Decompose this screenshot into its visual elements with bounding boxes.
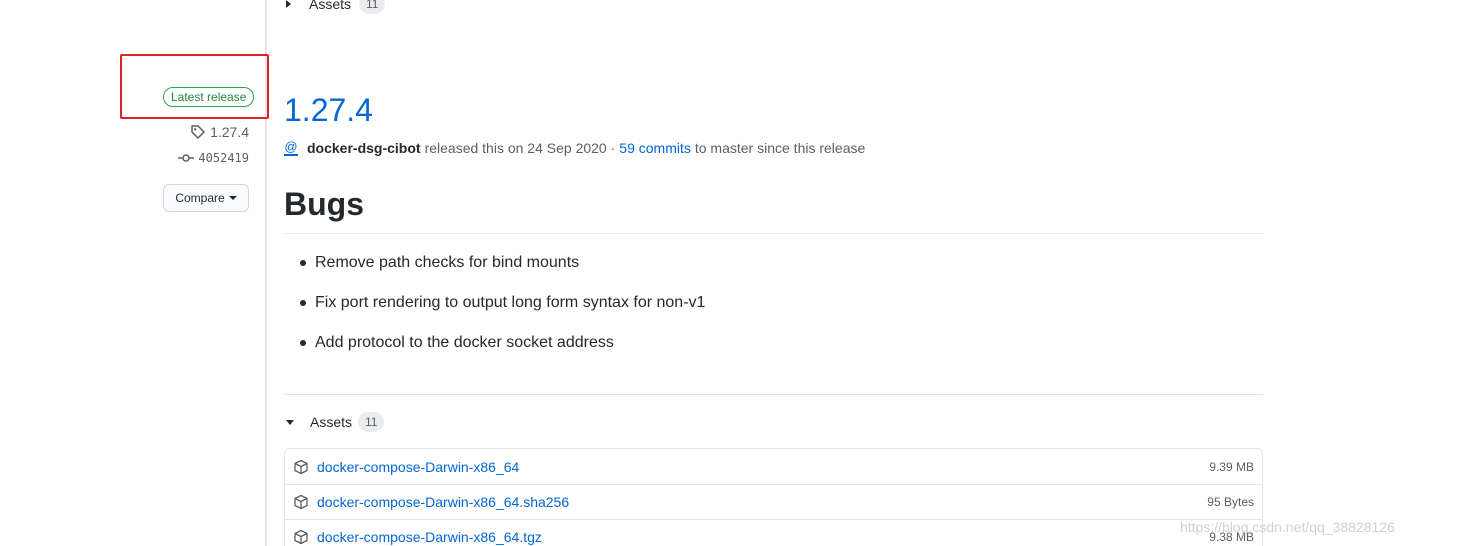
asset-download-link[interactable]: docker-compose-Darwin-x86_64 (317, 459, 1209, 475)
asset-row: docker-compose-Darwin-x86_64.sha256 95 B… (285, 484, 1262, 519)
release-meta: @ docker-dsg-cibot released this on 24 S… (284, 140, 865, 156)
assets-label: Assets (310, 414, 353, 430)
tag-name: 1.27.4 (210, 124, 249, 140)
assets-list: docker-compose-Darwin-x86_64 9.39 MB doc… (284, 448, 1263, 546)
watermark: https://blog.csdn.net/qq_38828126 (1180, 519, 1395, 535)
caret-down-icon (286, 419, 294, 425)
list-item: Fix port rendering to output long form s… (300, 292, 705, 314)
heading-divider (284, 233, 1263, 234)
notes-heading: Bugs (284, 186, 364, 222)
asset-download-link[interactable]: docker-compose-Darwin-x86_64.sha256 (317, 494, 1207, 510)
commits-link[interactable]: 59 commits (619, 140, 691, 156)
list-item-text: Add protocol to the docker socket addres… (315, 334, 614, 351)
avatar[interactable]: @ (284, 140, 298, 156)
asset-row: docker-compose-Darwin-x86_64.tgz 9.38 MB (285, 519, 1262, 546)
commit-link[interactable]: 4052419 (178, 151, 249, 165)
asset-size: 9.39 MB (1209, 459, 1254, 474)
package-icon (294, 529, 308, 545)
list-item-text: Remove path checks for bind mounts (315, 254, 580, 271)
package-icon (294, 459, 308, 474)
list-item: Remove path checks for bind mounts (300, 252, 705, 274)
assets-count-badge: 11 (359, 0, 386, 14)
asset-row: docker-compose-Darwin-x86_64 9.39 MB (285, 449, 1262, 484)
tag-link[interactable]: 1.27.4 (190, 124, 249, 140)
release-title[interactable]: 1.27.4 (284, 92, 373, 129)
assets-label: Assets (309, 0, 352, 12)
previous-assets-toggle[interactable]: Assets 11 (286, 0, 386, 14)
compare-button[interactable]: Compare (163, 184, 249, 212)
list-item-text: Fix port rendering to output long form s… (315, 294, 706, 311)
section-divider (284, 394, 1263, 395)
assets-count-badge: 11 (358, 412, 385, 432)
bullet-icon (300, 300, 306, 306)
commit-sha: 4052419 (198, 151, 249, 165)
bullet-icon (300, 340, 306, 346)
bug-list: Remove path checks for bind mounts Fix p… (300, 252, 705, 372)
commit-icon (178, 154, 195, 162)
caret-right-icon (286, 0, 291, 8)
assets-toggle[interactable]: Assets 11 (286, 412, 385, 432)
compare-label: Compare (175, 191, 225, 205)
asset-download-link[interactable]: docker-compose-Darwin-x86_64.tgz (317, 529, 1209, 545)
bullet-icon (300, 260, 306, 266)
released-text: released this on 24 Sep 2020 · (424, 140, 616, 156)
tag-icon (191, 125, 205, 139)
asset-size: 95 Bytes (1207, 495, 1254, 509)
package-icon (294, 494, 308, 510)
since-text: to master since this release (694, 140, 866, 156)
list-item: Add protocol to the docker socket addres… (300, 332, 705, 354)
author-link[interactable]: docker-dsg-cibot (307, 140, 421, 156)
chevron-down-icon (228, 196, 237, 200)
latest-release-badge: Latest release (163, 87, 255, 107)
